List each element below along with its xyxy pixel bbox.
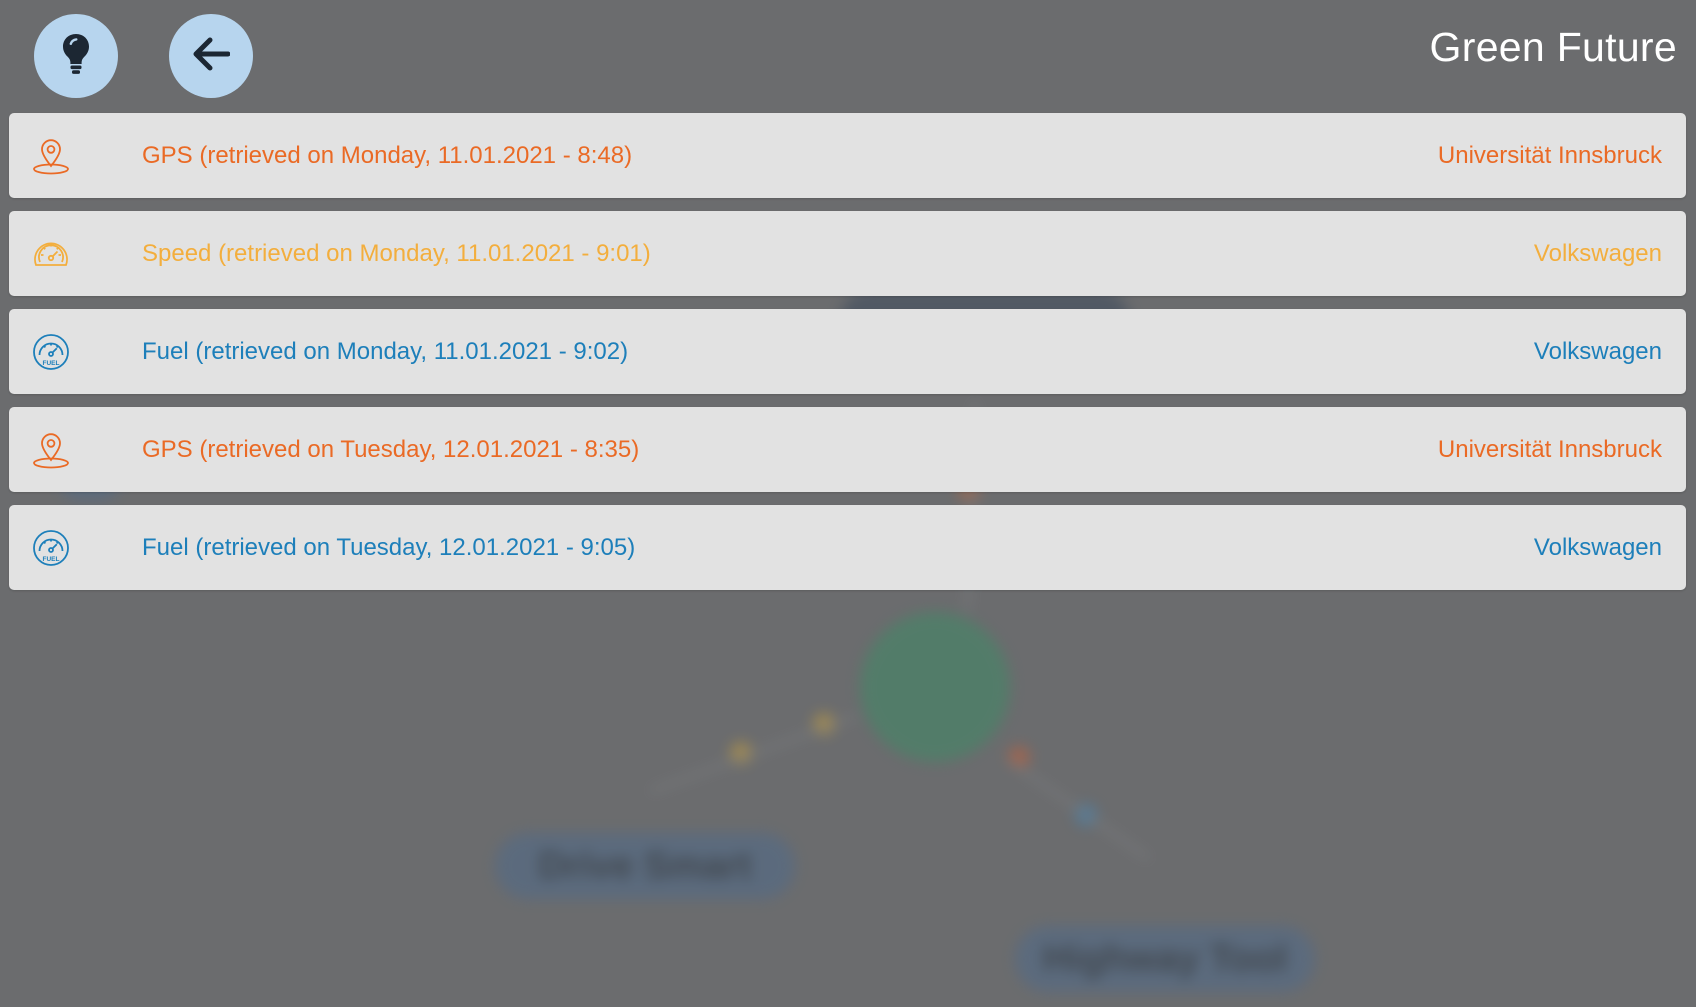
fuel-gauge-icon: FUEL — [31, 332, 71, 372]
background-edge — [1009, 760, 1151, 861]
back-button[interactable] — [169, 14, 253, 98]
lightbulb-icon — [61, 33, 91, 80]
list-item-label: GPS (retrieved on Monday, 11.01.2021 - 8… — [142, 141, 633, 169]
list-item-source: Volkswagen — [1533, 533, 1662, 561]
list-item-label: Fuel (retrieved on Monday, 11.01.2021 - … — [142, 337, 629, 365]
list-item[interactable]: GPS (retrieved on Tuesday, 12.01.2021 - … — [9, 407, 1686, 492]
map-pin-icon — [31, 136, 71, 176]
background-pill-highway-tool: Highway Tool — [1015, 926, 1315, 992]
list-item[interactable]: Speed (retrieved on Monday, 11.01.2021 -… — [9, 211, 1686, 296]
list-item[interactable]: FUEL Fuel (retrieved on Monday, 11.01.20… — [9, 309, 1686, 394]
list-item-source: Volkswagen — [1533, 239, 1662, 267]
speedometer-icon — [31, 234, 71, 274]
background-label-drive-smart: Drive Smart — [538, 844, 752, 887]
data-source-list: GPS (retrieved on Monday, 11.01.2021 - 8… — [9, 113, 1686, 603]
list-item-label: Fuel (retrieved on Tuesday, 12.01.2021 -… — [142, 533, 636, 561]
list-item[interactable]: GPS (retrieved on Monday, 11.01.2021 - 8… — [9, 113, 1686, 198]
list-item-label: GPS (retrieved on Tuesday, 12.01.2021 - … — [142, 435, 640, 463]
list-item-label: Speed (retrieved on Monday, 11.01.2021 -… — [142, 239, 651, 267]
list-item-source: Volkswagen — [1533, 337, 1662, 365]
list-item-source: Universität Innsbruck — [1437, 435, 1662, 463]
list-item-source: Universität Innsbruck — [1437, 141, 1662, 169]
arrow-left-icon — [192, 37, 231, 76]
hint-button[interactable] — [34, 14, 118, 98]
background-pill-drive-smart: Drive Smart — [495, 833, 795, 899]
svg-text:FUEL: FUEL — [43, 360, 60, 367]
svg-text:FUEL: FUEL — [43, 556, 60, 563]
list-item[interactable]: FUEL Fuel (retrieved on Tuesday, 12.01.2… — [9, 505, 1686, 590]
background-hub-node — [860, 612, 1010, 762]
background-edge — [649, 714, 858, 793]
background-label-highway-tool: Highway Tool — [1042, 937, 1288, 980]
fuel-gauge-icon: FUEL — [31, 528, 71, 568]
app-title: Green Future — [1429, 24, 1677, 70]
map-pin-icon — [31, 430, 71, 470]
